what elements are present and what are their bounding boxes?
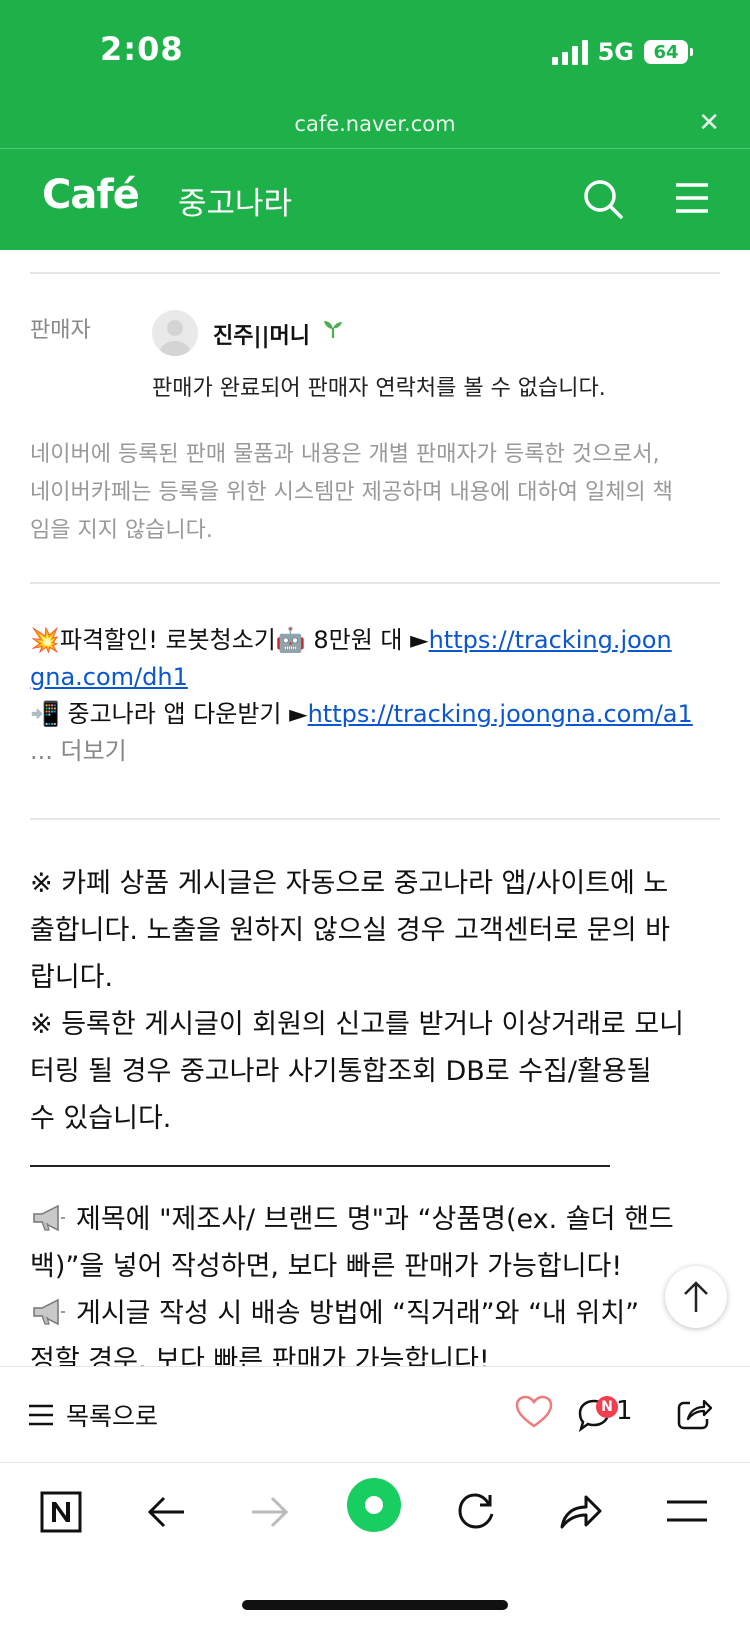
divider	[30, 818, 720, 820]
megaphone-icon	[33, 1204, 65, 1232]
divider	[30, 582, 720, 584]
promo-link[interactable]: https://tracking.joon	[429, 626, 672, 654]
disclaimer-line: 네이버에 등록된 판매 물품과 내용은 개별 판매자가 등록한 것으로서,	[30, 442, 660, 467]
tip-text: 제목에 "제조사/ 브랜드 명"과 “상품명(ex. 숄더 핸드	[76, 1204, 674, 1235]
status-time: 2:08	[100, 30, 184, 68]
notice-line: 터링 될 경우 중고나라 사기통합조회 DB로 수집/활용될	[30, 1056, 652, 1087]
close-icon[interactable]: ✕	[698, 108, 720, 138]
notice-block: ※ 카페 상품 게시글은 자동으로 중고나라 앱/사이트에 노 출합니다. 노출…	[30, 860, 720, 1142]
url-divider	[0, 148, 750, 149]
sold-message: 판매가 완료되어 판매자 연락처를 볼 수 없습니다.	[152, 376, 606, 401]
forward-icon[interactable]	[250, 1495, 290, 1529]
notice-line: 출합니다. 노출을 원하지 않으실 경우 고객센터로 문의 바	[30, 915, 670, 946]
home-indicator[interactable]	[242, 1600, 508, 1610]
tip-line: 제목에 "제조사/ 브랜드 명"과 “상품명(ex. 숄더 핸드	[30, 1196, 720, 1243]
hamburger-icon[interactable]	[666, 1499, 708, 1523]
more-link[interactable]: ... 더보기	[30, 733, 720, 770]
avatar[interactable]	[152, 310, 198, 356]
status-indicators: 5G 64	[551, 38, 693, 66]
article-action-bar: 목록으로	[0, 1366, 750, 1463]
tip-line: 백)”을 넣어 작성하면, 보다 빠른 판매가 가능합니다!	[30, 1251, 623, 1282]
scroll-top-button[interactable]	[665, 1266, 727, 1328]
notice-line: ※ 등록한 게시글이 회원의 신고를 받거나 이상거래로 모니	[30, 1009, 685, 1040]
promo-link[interactable]: gna.com/dh1	[30, 663, 188, 691]
disclaimer: 네이버에 등록된 판매 물품과 내용은 개별 판매자가 등록한 것으로서, 네이…	[30, 436, 720, 550]
naver-n-icon[interactable]	[40, 1491, 82, 1533]
notice-line: 수 있습니다.	[30, 1103, 172, 1134]
divider	[30, 272, 720, 274]
notice-line: ※ 카페 상품 게시글은 자동으로 중고나라 앱/사이트에 노	[30, 868, 669, 899]
green-dot-icon[interactable]	[346, 1477, 402, 1533]
promo-text: 📲 중고나라 앱 다운받기 ►	[30, 700, 308, 728]
tips-block: 제목에 "제조사/ 브랜드 명"과 “상품명(ex. 숄더 핸드 백)”을 넣어…	[30, 1196, 720, 1384]
back-icon[interactable]	[146, 1495, 186, 1529]
app-header: 2:08 5G 64 cafe.naver.com ✕ Café 중고나라	[0, 0, 750, 250]
heart-icon[interactable]	[515, 1395, 553, 1429]
arrow-up-icon	[684, 1281, 708, 1312]
list-icon	[29, 1404, 53, 1426]
share-icon[interactable]	[676, 1395, 712, 1431]
seller-label: 판매자	[30, 318, 91, 343]
search-icon[interactable]	[582, 178, 624, 220]
promo-text: 💥파격할인! 로봇청소기🤖 8만원 대 ►	[30, 626, 429, 654]
comment-count[interactable]: 1	[616, 1396, 633, 1426]
battery-icon: 64	[644, 40, 693, 64]
signal-icon	[551, 39, 588, 65]
text-rule	[30, 1165, 610, 1167]
promo-line: 💥파격할인! 로봇청소기🤖 8만원 대 ►https://tracking.jo…	[30, 622, 720, 659]
tip-text: 게시글 작성 시 배송 방법에 “직거래”와 “내 위치”	[76, 1298, 640, 1329]
promo-block: 💥파격할인! 로봇청소기🤖 8만원 대 ►https://tracking.jo…	[30, 622, 720, 770]
refresh-icon[interactable]	[456, 1491, 496, 1531]
disclaimer-line: 네이버카페는 등록을 위한 시스템만 제공하며 내용에 대하여 일체의 책	[30, 480, 673, 505]
cafe-logo[interactable]: Café	[42, 172, 140, 218]
promo-line: gna.com/dh1	[30, 659, 720, 696]
network-type: 5G	[597, 38, 634, 66]
new-comment-badge: N	[596, 1396, 618, 1418]
cafe-name[interactable]: 중고나라	[178, 178, 292, 223]
seller-name[interactable]: 진주||머니	[213, 318, 310, 350]
tip-line: 게시글 작성 시 배송 방법에 “직거래”와 “내 위치”	[30, 1290, 720, 1337]
sprout-icon	[324, 321, 342, 338]
browser-url[interactable]: cafe.naver.com	[0, 112, 750, 136]
menu-icon[interactable]	[674, 182, 710, 214]
list-button[interactable]: 목록으로	[28, 1397, 158, 1433]
share-arrow-icon[interactable]	[558, 1491, 602, 1531]
notice-line: 랍니다.	[30, 962, 114, 993]
list-label: 목록으로	[66, 1402, 159, 1431]
megaphone-icon	[33, 1298, 65, 1326]
promo-line: 📲 중고나라 앱 다운받기 ►https://tracking.joongna.…	[30, 696, 720, 733]
app-download-link[interactable]: https://tracking.joongna.com/a1	[308, 700, 693, 728]
disclaimer-line: 임을 지지 않습니다.	[30, 518, 213, 543]
